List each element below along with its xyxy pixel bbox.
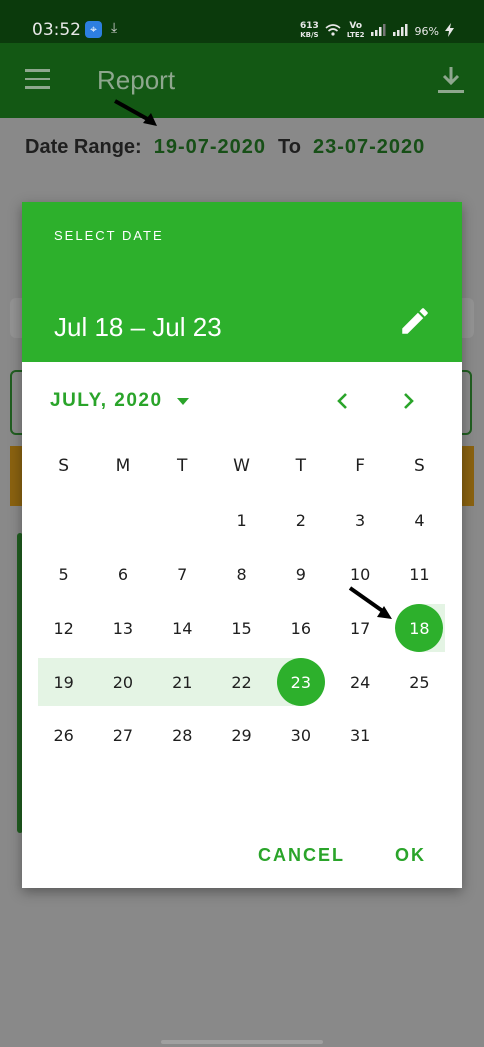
calendar-day[interactable]: 26 <box>40 712 88 760</box>
annotation-arrow-icon <box>114 99 157 126</box>
calendar-day[interactable]: 29 <box>218 712 266 760</box>
selected-range-text: Jul 18 – Jul 23 <box>54 312 222 342</box>
chevron-left-icon[interactable] <box>330 388 356 414</box>
dialog-actions: CANCEL OK <box>258 845 426 866</box>
date-range: Date Range: 19-07-2020 To 23-07-2020 <box>25 136 425 159</box>
cancel-button[interactable]: CANCEL <box>258 845 345 866</box>
vpn-icon: ⌖ <box>85 21 102 38</box>
calendar-day[interactable]: 5 <box>40 551 88 599</box>
month-year-label: JULY, 2020 <box>50 390 163 411</box>
calendar-day[interactable]: 13 <box>99 604 147 652</box>
menu-icon[interactable] <box>25 69 50 89</box>
dialog-header-label: SELECT DATE <box>54 228 164 243</box>
page-title: Report <box>97 65 176 95</box>
chevron-right-icon[interactable] <box>395 388 421 414</box>
calendar-day[interactable]: 22 <box>218 658 266 706</box>
status-time: 03:52 <box>32 20 81 40</box>
date-to-label: To <box>278 136 301 158</box>
calendar-day[interactable]: 11 <box>395 551 443 599</box>
calendar-day[interactable]: 9 <box>277 551 325 599</box>
edit-pencil-icon[interactable] <box>398 304 432 338</box>
weekday-header: S <box>414 456 425 476</box>
calendar-day[interactable]: 3 <box>336 497 384 545</box>
weekday-header: F <box>355 456 366 476</box>
weekday-header: S <box>58 456 70 476</box>
signal-icon-1 <box>370 23 387 39</box>
battery-level: 96% <box>414 24 439 38</box>
weekday-header: T <box>295 456 307 476</box>
calendar-day[interactable]: 21 <box>158 658 206 706</box>
weekday-header: T <box>177 456 188 476</box>
charging-icon <box>445 22 454 40</box>
calendar-day[interactable]: 27 <box>99 712 147 760</box>
download-icon[interactable] <box>437 65 465 102</box>
signal-icon-2 <box>392 23 409 39</box>
app-bar: Report <box>0 43 484 118</box>
calendar-day[interactable]: 14 <box>158 604 206 652</box>
download-status-icon: ⤓ <box>111 19 118 35</box>
calendar-day[interactable]: 23 <box>276 658 325 707</box>
calendar-day[interactable]: 28 <box>158 712 206 760</box>
caret-down-icon <box>176 397 189 405</box>
date-to[interactable]: 23-07-2020 <box>313 136 425 159</box>
dialog-header: SELECT DATE Jul 18 – Jul 23 <box>22 202 462 362</box>
calendar-day[interactable]: 31 <box>336 712 384 760</box>
network-speed: 613 KB/S <box>300 21 319 40</box>
calendar-day[interactable]: 30 <box>277 712 325 760</box>
wifi-icon <box>325 23 341 40</box>
calendar-day[interactable]: 7 <box>158 551 206 599</box>
calendar-day[interactable]: 6 <box>99 551 147 599</box>
calendar-day[interactable]: 24 <box>336 658 384 706</box>
date-from[interactable]: 19-07-2020 <box>154 136 266 159</box>
status-right: 613 KB/S Vo LTE2 96% <box>300 22 454 40</box>
calendar-day[interactable]: 8 <box>218 551 266 599</box>
weekday-header: M <box>115 456 131 476</box>
calendar-day[interactable]: 20 <box>99 658 147 706</box>
gesture-nav-bar[interactable] <box>161 1040 323 1044</box>
calendar-day[interactable]: 4 <box>395 497 443 545</box>
calendar-day[interactable]: 16 <box>277 604 325 652</box>
calendar-day[interactable]: 2 <box>277 497 325 545</box>
status-bar: 03:52 ⌖ ⤓ 613 KB/S Vo LTE2 96% <box>0 0 484 43</box>
calendar-day[interactable]: 15 <box>218 604 266 652</box>
ok-button[interactable]: OK <box>395 845 426 866</box>
month-year-selector[interactable]: JULY, 2020 <box>50 390 189 412</box>
calendar-day[interactable]: 19 <box>40 658 88 706</box>
weekday-header: W <box>233 456 250 476</box>
date-range-label: Date Range: <box>25 136 142 158</box>
calendar-day[interactable]: 1 <box>218 497 266 545</box>
calendar-day[interactable]: 25 <box>395 658 443 706</box>
lte-indicator: Vo LTE2 <box>346 21 365 40</box>
annotation-arrow-icon <box>348 586 392 619</box>
date-range-picker-dialog: SELECT DATE Jul 18 – Jul 23 JULY, 2020 S… <box>22 202 462 888</box>
calendar-day[interactable]: 12 <box>40 604 88 652</box>
